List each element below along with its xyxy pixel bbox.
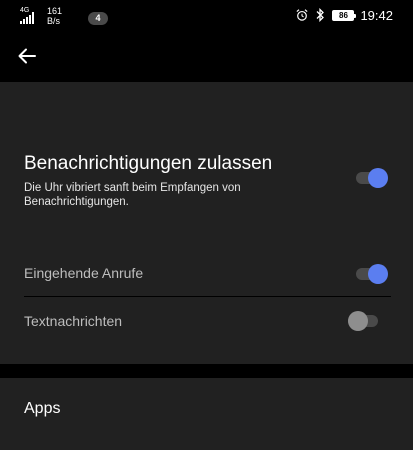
status-right: 86 19:42 xyxy=(296,7,393,23)
text-messages-label: Textnachrichten xyxy=(24,313,123,329)
incoming-calls-toggle[interactable] xyxy=(356,263,388,284)
toggle-thumb xyxy=(368,168,388,188)
row-divider xyxy=(24,296,391,297)
app-bar xyxy=(0,30,413,82)
allow-notifications-description: Die Uhr vibriert sanft beim Empfangen vo… xyxy=(24,182,241,208)
text-messages-toggle[interactable] xyxy=(348,310,380,331)
status-clock: 19:42 xyxy=(360,7,393,23)
apps-section: Apps xyxy=(0,378,413,450)
notification-settings-card: Benachrichtigungen zulassen Die Uhr vibr… xyxy=(0,82,413,364)
incoming-calls-label: Eingehende Anrufe xyxy=(24,265,144,281)
toggle-thumb xyxy=(348,311,368,331)
battery-icon: 86 xyxy=(332,9,357,21)
signal-icon xyxy=(20,12,34,24)
speed-unit: B/s xyxy=(47,16,61,26)
battery-level: 86 xyxy=(339,10,348,20)
allow-notifications-title: Benachrichtigungen zulassen xyxy=(24,153,273,174)
apps-section-title: Apps xyxy=(24,400,61,417)
notification-count-badge: 4 xyxy=(88,12,108,25)
alarm-clock-icon xyxy=(296,9,308,21)
section-gap xyxy=(0,364,413,378)
back-button[interactable] xyxy=(14,43,40,69)
arrow-left-icon xyxy=(18,48,36,64)
allow-notifications-toggle[interactable] xyxy=(356,167,388,188)
status-bar: 4G 161 B/s 4 86 19:42 xyxy=(0,0,413,30)
speed-value: 161 xyxy=(47,6,63,16)
bluetooth-icon xyxy=(316,8,325,22)
toggle-thumb xyxy=(368,264,388,284)
network-speed: 161 B/s xyxy=(47,6,67,26)
